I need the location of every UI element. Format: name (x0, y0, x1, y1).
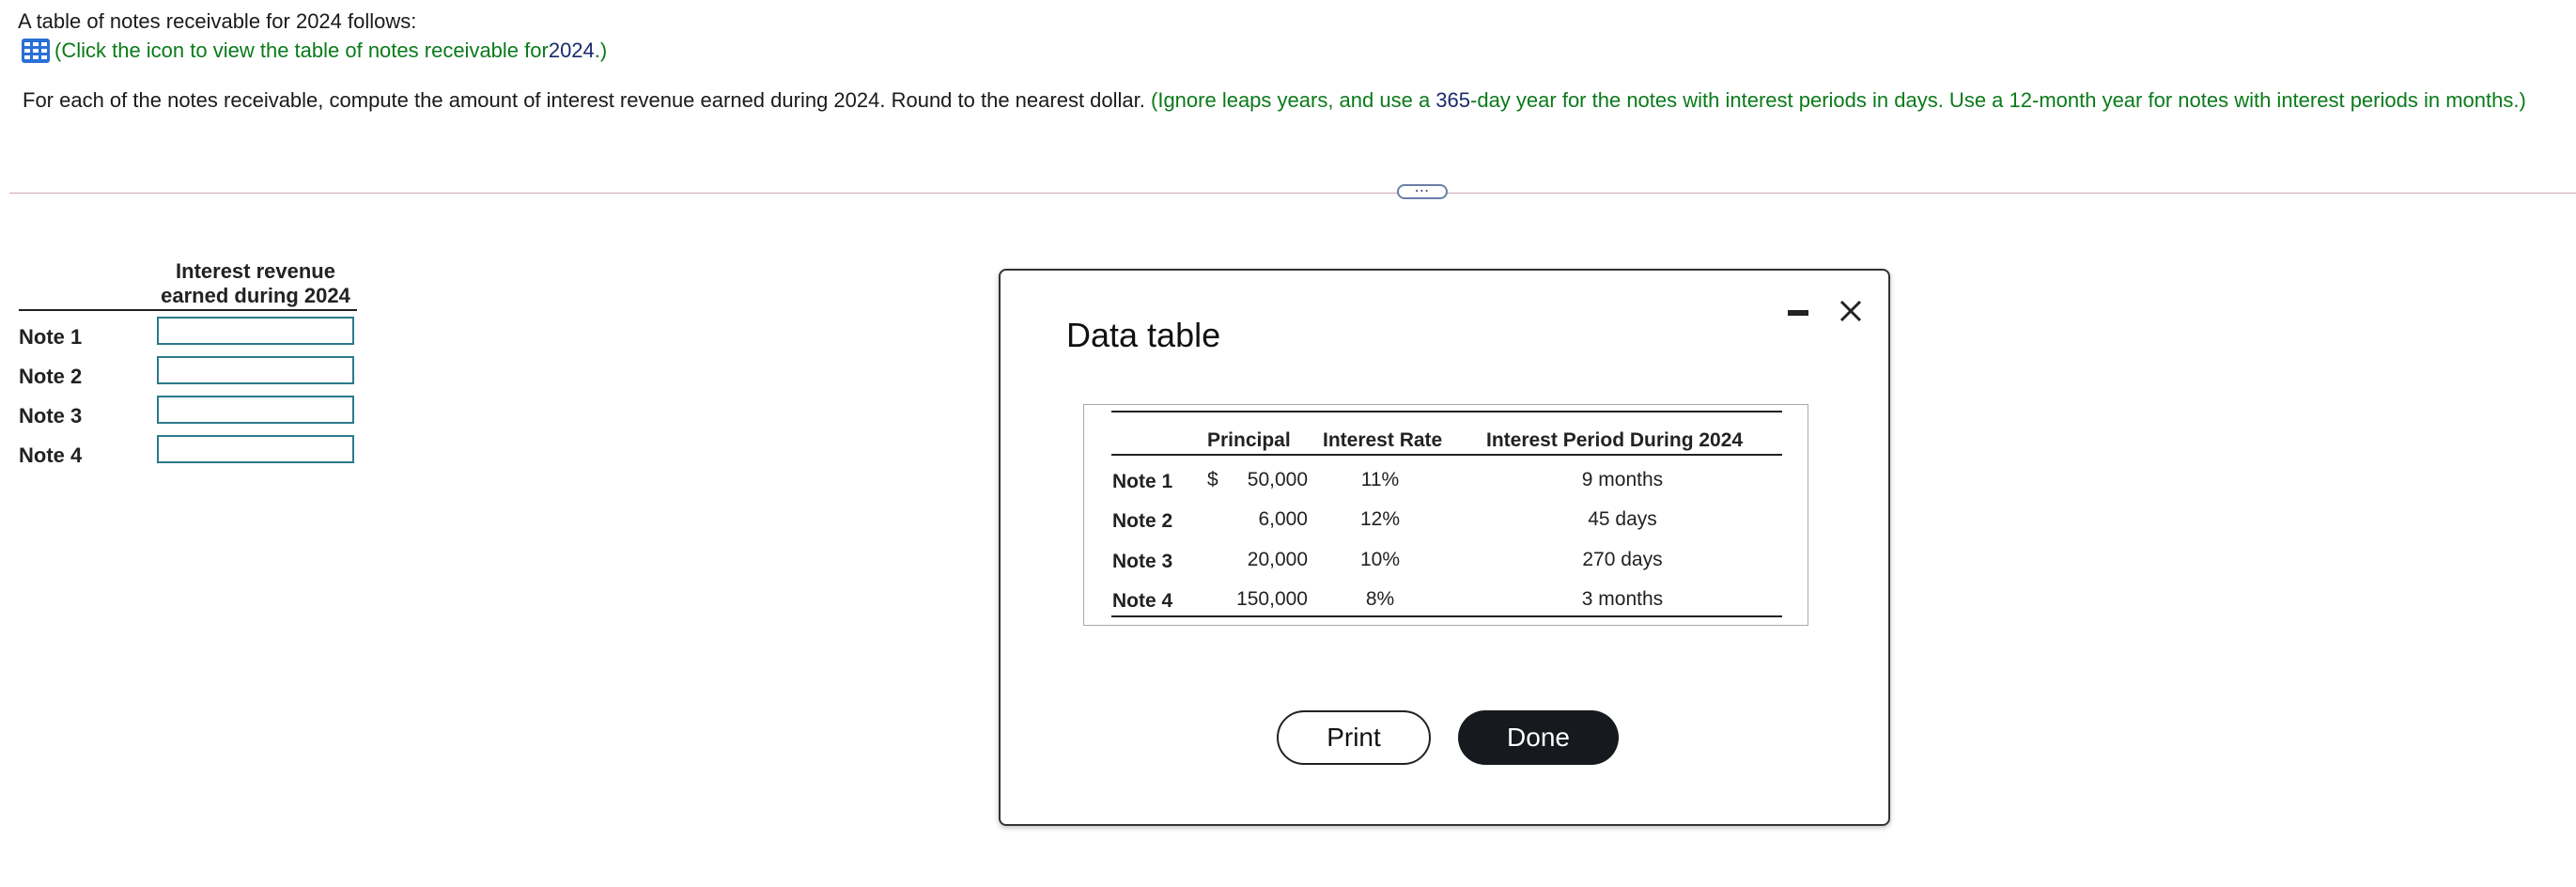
principal-value: 150,000 (1236, 588, 1308, 610)
instructions-note-after: -day year for the notes with interest pe… (1470, 88, 2526, 112)
period-value: 270 days (1582, 549, 1663, 570)
note-1-interest-input[interactable] (157, 317, 354, 345)
data-table-dialog: Data table Principal Interest Rate Inter… (999, 269, 1890, 826)
table-row-label: Note 4 (1112, 590, 1173, 612)
instructions-main: For each of the notes receivable, comput… (23, 88, 1151, 112)
hint-year: 2024 (548, 39, 595, 62)
note-3-interest-input[interactable] (157, 396, 354, 424)
answer-row-label: Note 4 (19, 444, 83, 467)
answer-column-header: Interest revenue earned during 2024 (150, 259, 361, 308)
close-icon[interactable] (1837, 297, 1865, 325)
period-value: 3 months (1581, 588, 1664, 610)
rate-value: 10% (1359, 549, 1401, 570)
print-button[interactable]: Print (1277, 710, 1431, 765)
col-header-interest-period: Interest Period During 2024 (1486, 429, 1744, 451)
answer-header-line2: earned during 2024 (161, 284, 350, 307)
instructions: For each of the notes receivable, comput… (23, 88, 2526, 113)
answer-header-rule (19, 309, 357, 311)
hint-close: .) (594, 39, 608, 62)
principal-value: 50,000 (1247, 469, 1308, 490)
intro-text: A table of notes receivable for 2024 fol… (18, 9, 417, 33)
table-row-label: Note 1 (1112, 471, 1173, 492)
principal-value: 20,000 (1247, 549, 1308, 570)
hint-text: Click the icon to view the table of note… (61, 39, 549, 62)
currency-symbol: $ (1207, 469, 1218, 490)
hint-row: (Click the icon to view the table of not… (21, 38, 607, 64)
col-header-interest-rate: Interest Rate (1323, 429, 1443, 451)
minimize-icon[interactable] (1788, 310, 1808, 316)
answer-row-label: Note 2 (19, 365, 83, 388)
instructions-days: 365 (1435, 88, 1471, 112)
table-grid-icon[interactable] (21, 38, 51, 64)
answer-header-line1: Interest revenue (176, 259, 335, 283)
table-top-rule (1111, 411, 1782, 412)
period-value: 45 days (1588, 508, 1657, 530)
answer-row-label: Note 3 (19, 404, 83, 428)
table-bottom-rule (1111, 615, 1782, 617)
table-row-label: Note 2 (1112, 510, 1173, 532)
notes-data-table: Principal Interest Rate Interest Period … (1083, 404, 1808, 626)
principal-value: 6,000 (1258, 508, 1308, 530)
rate-value: 8% (1365, 588, 1395, 610)
section-divider (9, 193, 2576, 194)
col-header-principal: Principal (1207, 429, 1291, 451)
expand-handle-button[interactable]: ⋯ (1397, 184, 1448, 199)
instructions-note-before: (Ignore leaps years, and use a (1151, 88, 1436, 112)
note-4-interest-input[interactable] (157, 435, 354, 463)
hint-open-paren: ( (54, 39, 62, 62)
dialog-title: Data table (1066, 316, 1221, 354)
rate-value: 11% (1360, 469, 1400, 490)
note-2-interest-input[interactable] (157, 356, 354, 384)
done-button[interactable]: Done (1458, 710, 1619, 765)
answer-row-label: Note 1 (19, 325, 83, 349)
table-row-label: Note 3 (1112, 551, 1173, 572)
period-value: 9 months (1581, 469, 1664, 490)
header-rule (1111, 454, 1782, 456)
rate-value: 12% (1359, 508, 1401, 530)
ellipsis-icon: ⋯ (1414, 183, 1431, 199)
